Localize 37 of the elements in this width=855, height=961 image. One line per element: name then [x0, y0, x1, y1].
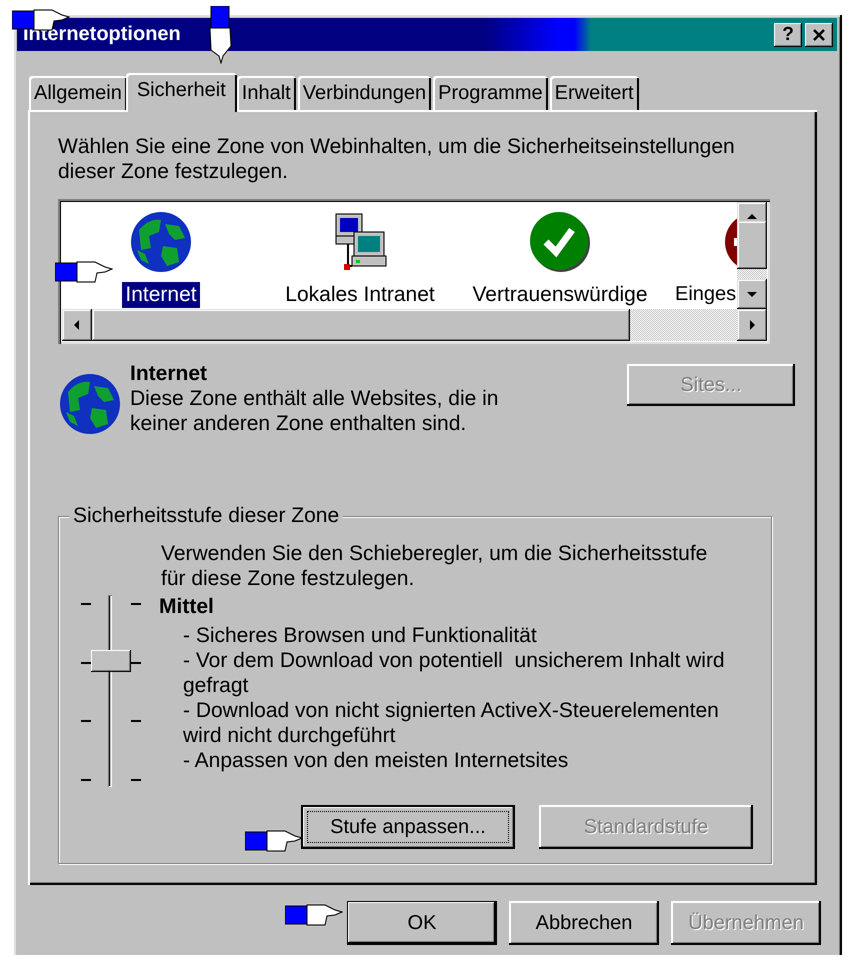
zone-item[interactable]: Internet	[122, 282, 200, 308]
zone-item[interactable]: Vertrauenswürdige	[469, 282, 651, 308]
scroll-down-button[interactable]	[737, 279, 767, 309]
globe-icon	[58, 372, 122, 436]
zone-item[interactable]: Einges	[672, 282, 737, 307]
cancel-button[interactable]: Abbrechen	[509, 901, 659, 945]
slider-thumb[interactable]	[91, 650, 131, 672]
zone-item[interactable]: Lokales Intranet	[282, 282, 438, 308]
level-name: Mittel	[159, 595, 215, 619]
zone-title: Internet	[130, 362, 208, 386]
tab[interactable]: Verbindungen	[298, 76, 432, 110]
scroll-thumb[interactable]	[737, 220, 767, 268]
custom-level-button[interactable]: Stufe anpassen...	[301, 805, 515, 849]
tab[interactable]: Sicherheit	[126, 73, 237, 112]
instruction-text: Wählen Sie eine Zone von Webinhalten, um die Sicherheitseinstellungen dieser Zone festzulegen.	[58, 134, 736, 184]
scroll-right-button[interactable]	[737, 309, 767, 341]
horizontal-scrollbar[interactable]	[62, 309, 767, 341]
level-detail: - Vor dem Download von potentiell unsicherem Inhalt wird gefragt	[183, 648, 726, 698]
zone-description: Diese Zone enthält alle Websites, die in keiner anderen Zone enthalten sind.	[130, 386, 500, 436]
level-detail: - Download von nicht signierten ActiveX-Steuerelementen wird nicht durchgeführt	[183, 698, 720, 748]
scroll-thumb[interactable]	[92, 309, 630, 341]
tab[interactable]: Inhalt	[236, 76, 296, 110]
hint-text: Verwenden Sie den Schieberegler, um die Sicherheitsstufe für diese Zone festzulegen.	[161, 541, 708, 591]
close-icon	[812, 28, 826, 42]
globe-icon	[129, 210, 193, 274]
check-mark-icon	[528, 210, 592, 274]
level-detail: - Sicheres Browsen und Funktionalität	[183, 623, 538, 648]
tab[interactable]: Programme	[433, 76, 548, 110]
close-button[interactable]	[805, 22, 833, 46]
tab[interactable]: Allgemein	[29, 76, 127, 110]
level-detail: - Anpassen von den meisten Internetsites	[183, 748, 570, 773]
ok-button[interactable]: OK	[347, 901, 497, 945]
scroll-left-button[interactable]	[62, 309, 92, 341]
vertical-scrollbar[interactable]	[737, 202, 767, 309]
window-title: Internetoptionen	[23, 23, 182, 46]
help-button[interactable]: ?	[774, 22, 802, 46]
tab[interactable]: Erweitert	[550, 76, 639, 110]
